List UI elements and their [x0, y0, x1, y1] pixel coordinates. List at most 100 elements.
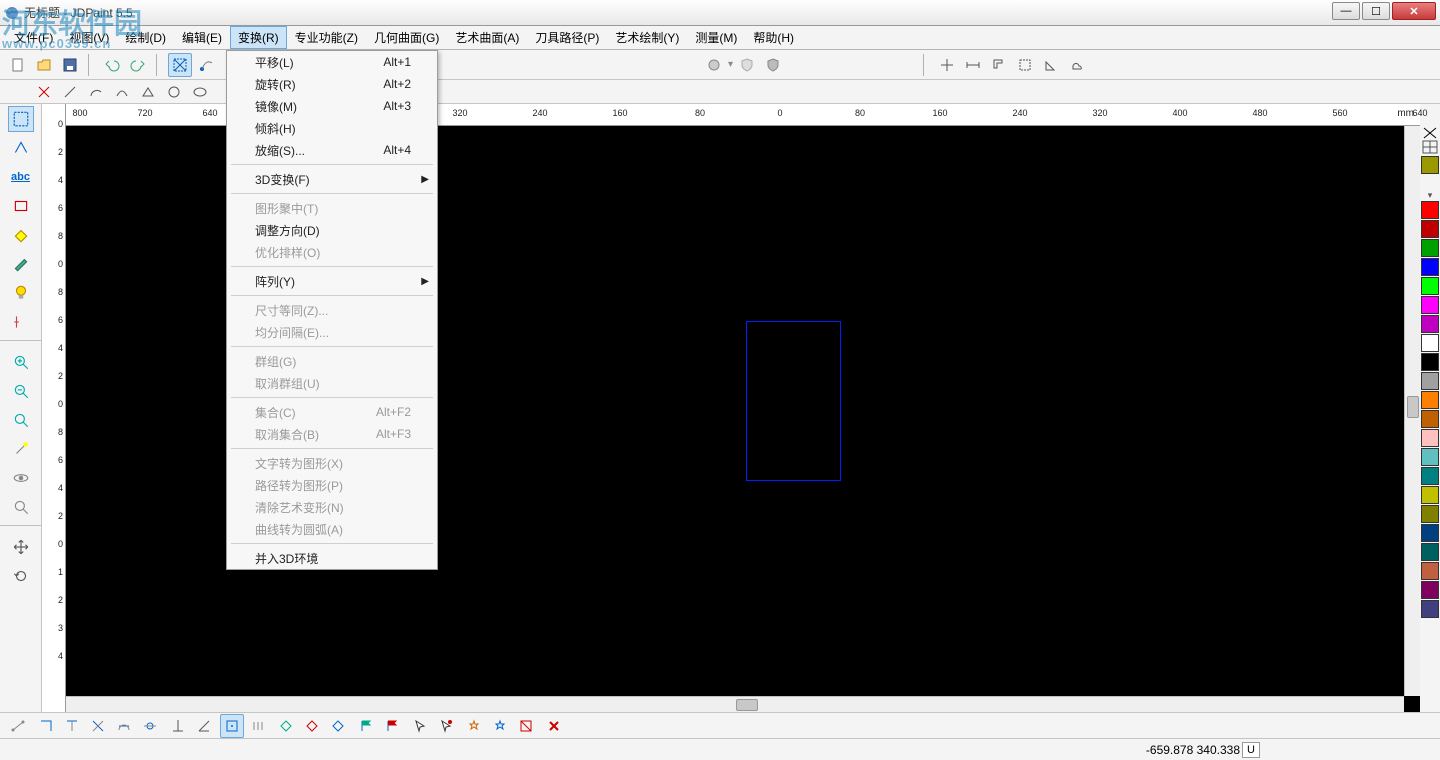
menu-item[interactable]: 阵列(Y)▶: [227, 270, 437, 292]
bt-grid1-icon[interactable]: [220, 714, 244, 738]
bt-snap4-icon[interactable]: [112, 714, 136, 738]
lt-wand-icon[interactable]: [8, 436, 34, 462]
bt-grid2-icon[interactable]: [246, 714, 270, 738]
scrollbar-vertical[interactable]: [1404, 126, 1420, 696]
menu-专业功能[interactable]: 专业功能(Z): [287, 26, 366, 49]
bt-star1-icon[interactable]: [462, 714, 486, 738]
palette-swatch[interactable]: [1421, 372, 1439, 390]
scrollbar-horizontal[interactable]: [66, 696, 1404, 712]
lt-bulb-icon[interactable]: [8, 280, 34, 306]
bt-diamond3-icon[interactable]: [326, 714, 350, 738]
palette-swatch[interactable]: [1421, 201, 1439, 219]
menu-几何曲面[interactable]: 几何曲面(G): [366, 26, 447, 49]
palette-swatch[interactable]: [1421, 524, 1439, 542]
shield2-icon[interactable]: [761, 53, 785, 77]
palette-grid-icon[interactable]: [1422, 140, 1438, 154]
menu-测量[interactable]: 测量(M): [687, 26, 745, 49]
open-file-icon[interactable]: [32, 53, 56, 77]
shape-x-icon[interactable]: [32, 80, 56, 104]
menu-绘制[interactable]: 绘制(D): [117, 26, 174, 49]
palette-swatch[interactable]: [1421, 543, 1439, 561]
lt-text-icon[interactable]: abc: [8, 164, 34, 190]
lt-zoomin-icon[interactable]: [8, 349, 34, 375]
bt-snap3-icon[interactable]: [86, 714, 110, 738]
bt-cursor2-icon[interactable]: [434, 714, 458, 738]
palette-swatch[interactable]: [1421, 581, 1439, 599]
shape-line-icon[interactable]: [58, 80, 82, 104]
drawn-rectangle[interactable]: [746, 321, 841, 481]
undo-icon[interactable]: [100, 53, 124, 77]
bt-cursor1-icon[interactable]: [408, 714, 432, 738]
palette-swatch[interactable]: [1421, 410, 1439, 428]
render-tool-icon[interactable]: [702, 53, 726, 77]
palette-x-icon[interactable]: [1422, 126, 1438, 140]
lt-move-icon[interactable]: [8, 534, 34, 560]
palette-swatch-olive[interactable]: [1421, 156, 1439, 174]
lt-fill-icon[interactable]: [8, 222, 34, 248]
bt-star3-icon[interactable]: [514, 714, 538, 738]
menu-item[interactable]: 调整方向(D): [227, 219, 437, 241]
lt-zoom3-icon[interactable]: [8, 494, 34, 520]
menu-item[interactable]: 镜像(M)Alt+3: [227, 95, 437, 117]
menu-item[interactable]: 放缩(S)...Alt+4: [227, 139, 437, 161]
palette-swatch[interactable]: [1421, 600, 1439, 618]
save-icon[interactable]: [58, 53, 82, 77]
shape-tri-icon[interactable]: [136, 80, 160, 104]
lt-zoomout-icon[interactable]: [8, 378, 34, 404]
palette-swatch[interactable]: [1421, 562, 1439, 580]
palette-swatch[interactable]: [1421, 277, 1439, 295]
close-button[interactable]: ✕: [1392, 2, 1436, 20]
minimize-button[interactable]: —: [1332, 2, 1360, 20]
redo-icon[interactable]: [126, 53, 150, 77]
bt-snap1-icon[interactable]: [34, 714, 58, 738]
shape-arc-icon[interactable]: [84, 80, 108, 104]
bt-snap2-icon[interactable]: [60, 714, 84, 738]
palette-swatch[interactable]: [1421, 258, 1439, 276]
palette-swatch[interactable]: [1421, 486, 1439, 504]
palette-swatch[interactable]: [1421, 296, 1439, 314]
menu-刀具路径[interactable]: 刀具路径(P): [527, 26, 607, 49]
lt-select-icon[interactable]: [8, 106, 34, 132]
bt-perp-icon[interactable]: [166, 714, 190, 738]
lt-eye-icon[interactable]: [8, 465, 34, 491]
menu-变换[interactable]: 变换(R): [230, 26, 287, 49]
view-corner-icon[interactable]: [987, 53, 1011, 77]
shape-ellipse-icon[interactable]: [188, 80, 212, 104]
palette-swatch[interactable]: [1421, 505, 1439, 523]
palette-swatch[interactable]: [1421, 353, 1439, 371]
lt-rotate-icon[interactable]: [8, 563, 34, 589]
menu-文件[interactable]: 文件(F): [6, 26, 61, 49]
palette-swatch[interactable]: [1421, 220, 1439, 238]
lt-path-icon[interactable]: [8, 135, 34, 161]
palette-swatch[interactable]: [1421, 334, 1439, 352]
select-tool-icon[interactable]: [168, 53, 192, 77]
palette-swatch[interactable]: [1421, 391, 1439, 409]
bt-close-icon[interactable]: [542, 714, 566, 738]
lt-brush-icon[interactable]: [8, 251, 34, 277]
shape-circle-icon[interactable]: [162, 80, 186, 104]
lt-rect-icon[interactable]: [8, 193, 34, 219]
menu-item[interactable]: 并入3D环境: [227, 547, 437, 569]
menu-艺术绘制[interactable]: 艺术绘制(Y): [607, 26, 687, 49]
menu-编辑[interactable]: 编辑(E): [174, 26, 230, 49]
menu-item[interactable]: 3D变换(F)▶: [227, 168, 437, 190]
menu-帮助[interactable]: 帮助(H): [745, 26, 802, 49]
palette-swatch[interactable]: [1421, 448, 1439, 466]
view-angle-icon[interactable]: [1039, 53, 1063, 77]
palette-swatch[interactable]: [1421, 239, 1439, 257]
palette-swatch[interactable]: [1421, 315, 1439, 333]
bt-diag-icon[interactable]: [192, 714, 216, 738]
status-u-indicator[interactable]: U: [1242, 742, 1260, 758]
menu-视图[interactable]: 视图(V): [61, 26, 117, 49]
menu-艺术曲面[interactable]: 艺术曲面(A): [447, 26, 527, 49]
menu-item[interactable]: 平移(L)Alt+1: [227, 51, 437, 73]
view-cross-icon[interactable]: [935, 53, 959, 77]
maximize-button[interactable]: ☐: [1362, 2, 1390, 20]
lt-measure-icon[interactable]: [8, 309, 34, 335]
bt-star2-icon[interactable]: [488, 714, 512, 738]
new-file-icon[interactable]: [6, 53, 30, 77]
view-cloud-icon[interactable]: [1065, 53, 1089, 77]
view-box-icon[interactable]: [1013, 53, 1037, 77]
view-h-icon[interactable]: [961, 53, 985, 77]
lt-zoomfit-icon[interactable]: [8, 407, 34, 433]
